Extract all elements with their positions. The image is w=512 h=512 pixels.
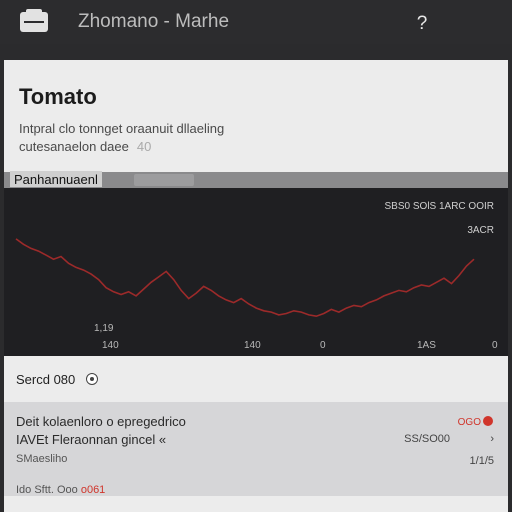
app-menu-icon[interactable] xyxy=(20,9,48,32)
detail-date: 1/1/5 xyxy=(469,455,494,467)
search-label: Sercd 080 xyxy=(16,372,76,387)
info-panel: Tomato Intpral clo tonnget oraanuit dlla… xyxy=(4,60,508,172)
description-line-2: cutesanaelon daee 40 xyxy=(19,139,151,154)
x-tick-label-1: 140 xyxy=(102,340,119,351)
detail-footer: Ido Sftt. Ooo o061 xyxy=(16,484,105,496)
status-badge: OGO xyxy=(455,416,496,430)
page-title: Tomato xyxy=(19,84,97,109)
detail-subtitle: IAVEt Fleraonnan gincel « xyxy=(16,432,167,447)
description-line-1: Intpral clo tonnget oraanuit dllaeling xyxy=(19,121,225,136)
series-line xyxy=(15,238,475,318)
chevron-icon[interactable]: › xyxy=(490,433,494,445)
section-pill xyxy=(134,174,194,186)
chart-panel: SBS0 SOlS 1ARC OOIR 3ACR 1,19 140 140 0 … xyxy=(4,188,508,356)
help-icon[interactable]: ? xyxy=(412,14,432,34)
detail-card[interactable]: Deit kolaenloro o epregedrico IAVEt Fler… xyxy=(4,402,508,496)
bottom-strip xyxy=(4,496,508,512)
x-tick-label-2: 140 xyxy=(244,340,261,351)
status-dot-icon xyxy=(483,416,493,426)
detail-value: SS/SO00 xyxy=(404,433,450,445)
x-tick-label-5: 0 xyxy=(492,340,498,351)
search-row: Sercd 080 xyxy=(4,356,508,402)
status-text: OGO xyxy=(457,417,481,428)
y-tick-label: 1,19 xyxy=(94,323,114,334)
x-tick-label-3: 0 xyxy=(320,340,326,351)
top-bar: Zhomano - Marhe ? xyxy=(0,0,512,44)
section-header: Panhannuaenl xyxy=(4,171,508,188)
detail-footer-label: Ido Sftt. Ooo xyxy=(16,484,78,496)
description-line-2-text: cutesanaelon daee xyxy=(19,139,129,154)
window-title: Zhomano - Marhe xyxy=(78,11,230,32)
line-chart: 1,19 140 140 0 1AS 0 xyxy=(15,238,498,351)
detail-footer-value: o061 xyxy=(80,484,106,496)
radio-icon[interactable] xyxy=(86,373,98,385)
section-tab[interactable]: Panhannuaenl xyxy=(10,171,102,187)
description-badge: 40 xyxy=(136,139,152,154)
detail-meta: SMaesliho xyxy=(16,453,68,465)
x-tick-label-4: 1AS xyxy=(417,340,436,351)
detail-title: Deit kolaenloro o epregedrico xyxy=(16,414,186,429)
